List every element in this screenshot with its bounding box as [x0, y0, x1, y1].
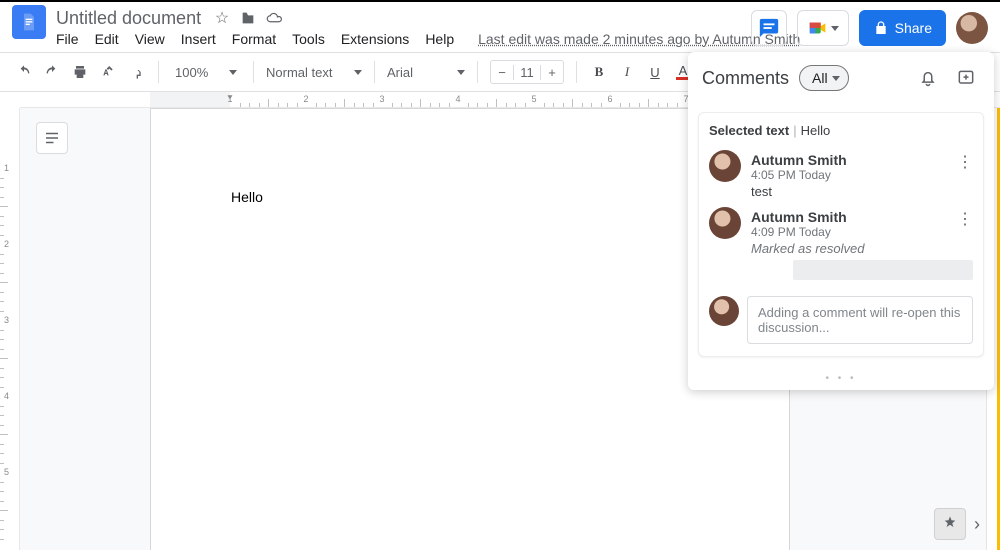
fontsize-increase[interactable]: + [541, 61, 563, 83]
panel-drag-handle[interactable]: • • • [688, 371, 994, 390]
comment-more-icon[interactable]: ⋮ [957, 152, 973, 172]
font-value: Arial [387, 65, 413, 80]
selected-text-value: Hello [801, 123, 831, 138]
comments-filter-value: All [812, 70, 828, 86]
comments-filter-chip[interactable]: All [799, 65, 849, 91]
comment-status: Marked as resolved [751, 241, 973, 256]
comments-panel: Comments All Selected text|Hello Autumn … [688, 52, 994, 390]
explore-button[interactable] [934, 508, 966, 540]
comment-time: 4:05 PM Today [751, 168, 973, 182]
selected-text-row: Selected text|Hello [709, 123, 973, 138]
side-panel-toggle[interactable]: › [974, 514, 980, 535]
notifications-icon[interactable] [914, 64, 942, 92]
underline-button[interactable]: U [645, 58, 665, 86]
comment-avatar [709, 150, 741, 182]
comment-time: 4:09 PM Today [751, 225, 973, 239]
comment-more-icon[interactable]: ⋮ [957, 209, 973, 229]
fontsize-value[interactable]: 11 [513, 65, 541, 80]
redacted-strip [793, 260, 973, 280]
zoom-value: 100% [175, 65, 208, 80]
style-value: Normal text [266, 65, 332, 80]
reply-avatar [709, 296, 739, 326]
menu-tools[interactable]: Tools [292, 31, 325, 47]
print-button[interactable] [70, 58, 90, 86]
move-icon[interactable] [239, 9, 257, 27]
styles-dropdown[interactable]: Normal text [266, 65, 362, 80]
share-label: Share [895, 20, 932, 36]
selected-text-label: Selected text [709, 123, 789, 138]
spellcheck-button[interactable] [98, 58, 118, 86]
meet-button[interactable] [797, 10, 849, 46]
menu-insert[interactable]: Insert [181, 31, 216, 47]
italic-button[interactable]: I [617, 58, 637, 86]
redo-button[interactable] [42, 58, 62, 86]
font-dropdown[interactable]: Arial [387, 65, 465, 80]
zoom-dropdown[interactable]: 100% [171, 65, 241, 80]
comment-author: Autumn Smith [751, 152, 973, 168]
new-comment-icon[interactable] [952, 64, 980, 92]
comment-body: test [751, 184, 973, 199]
star-icon[interactable]: ☆ [213, 9, 231, 27]
menu-file[interactable]: File [56, 31, 79, 47]
doc-title[interactable]: Untitled document [56, 8, 201, 29]
menu-help[interactable]: Help [425, 31, 454, 47]
outline-toggle[interactable] [36, 122, 68, 154]
undo-button[interactable] [14, 58, 34, 86]
fontsize-decrease[interactable]: − [491, 61, 513, 83]
menu-edit[interactable]: Edit [95, 31, 119, 47]
open-comments-button[interactable] [751, 10, 787, 46]
bold-button[interactable]: B [589, 58, 609, 86]
menu-extensions[interactable]: Extensions [341, 31, 409, 47]
menu-format[interactable]: Format [232, 31, 276, 47]
vertical-ruler[interactable]: 12345 [0, 108, 20, 550]
comment-item: Autumn Smith 4:05 PM Today test ⋮ [709, 148, 973, 205]
cloud-status-icon[interactable] [265, 9, 283, 27]
docs-logo[interactable] [12, 5, 46, 39]
doc-body-text[interactable]: Hello [231, 189, 263, 205]
comment-author: Autumn Smith [751, 209, 973, 225]
fontsize-stepper[interactable]: − 11 + [490, 60, 564, 84]
reply-placeholder: Adding a comment will re-open this discu… [758, 305, 960, 335]
comment-thread[interactable]: Selected text|Hello Autumn Smith 4:05 PM… [698, 112, 984, 357]
comment-avatar [709, 207, 741, 239]
reply-input[interactable]: Adding a comment will re-open this discu… [747, 296, 973, 344]
share-button[interactable]: Share [859, 10, 946, 46]
paint-format-button[interactable] [126, 58, 146, 86]
account-avatar[interactable] [956, 12, 988, 44]
menu-view[interactable]: View [135, 31, 165, 47]
comments-title: Comments [702, 68, 789, 89]
comment-item: Autumn Smith 4:09 PM Today Marked as res… [709, 205, 973, 288]
